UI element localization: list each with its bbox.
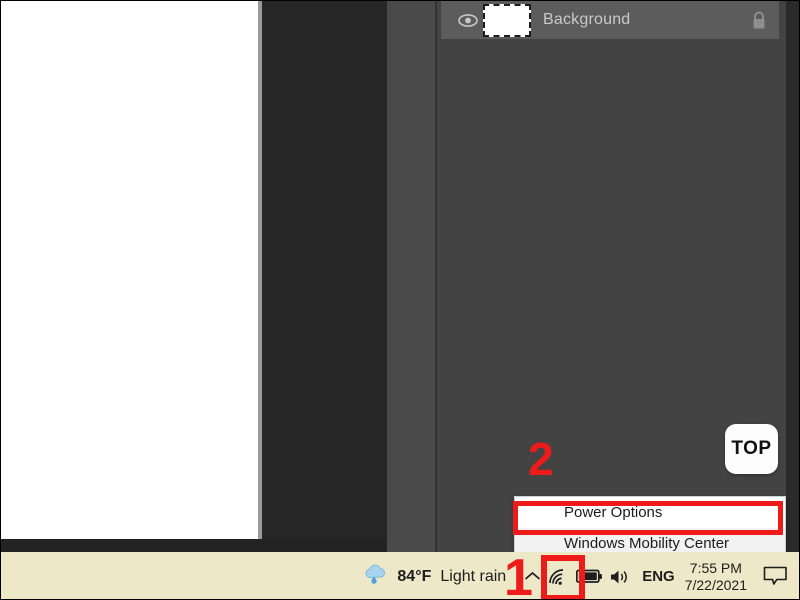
clock-time: 7:55 PM	[689, 559, 742, 576]
weather-temperature: 84°F	[397, 567, 432, 585]
taskbar-weather-widget[interactable]: 84°F Light rain	[363, 564, 506, 590]
menu-item-power-options[interactable]: Power Options	[515, 497, 785, 528]
chat-bubble-icon[interactable]	[763, 566, 788, 587]
cloud-rain-icon	[363, 564, 388, 590]
layer-row[interactable]: Background	[441, 1, 779, 39]
system-tray: 84°F Light rain ENG 7:55 PM 7/22/2021	[363, 552, 799, 599]
context-menu: Power Options Windows Mobility Center	[514, 496, 786, 558]
editor-bottom-bar	[1, 539, 387, 552]
screenshot-root: Background TOP 2 Power Options Windows M…	[0, 0, 800, 600]
editor-side-panel	[387, 1, 436, 552]
battery-icon[interactable]	[572, 569, 606, 584]
speaker-icon[interactable]	[606, 568, 634, 586]
clock-date: 7/22/2021	[684, 576, 747, 593]
lock-icon[interactable]	[751, 11, 767, 30]
editor-workspace-background	[262, 1, 387, 539]
wifi-icon[interactable]	[544, 568, 572, 586]
weather-condition: Light rain	[440, 567, 507, 585]
taskbar: 84°F Light rain ENG 7:55 PM 7/22/2021	[1, 552, 799, 599]
eye-icon[interactable]	[455, 13, 481, 27]
layer-name-label: Background	[543, 11, 631, 28]
language-indicator[interactable]: ENG	[642, 568, 675, 585]
image-canvas[interactable]	[1, 1, 258, 539]
taskbar-clock[interactable]: 7:55 PM 7/22/2021	[685, 560, 747, 594]
top-badge[interactable]: TOP	[725, 424, 778, 474]
annotation-number-2: 2	[528, 433, 554, 485]
layer-thumbnail[interactable]	[483, 3, 531, 37]
annotation-number-1: 1	[504, 549, 533, 600]
